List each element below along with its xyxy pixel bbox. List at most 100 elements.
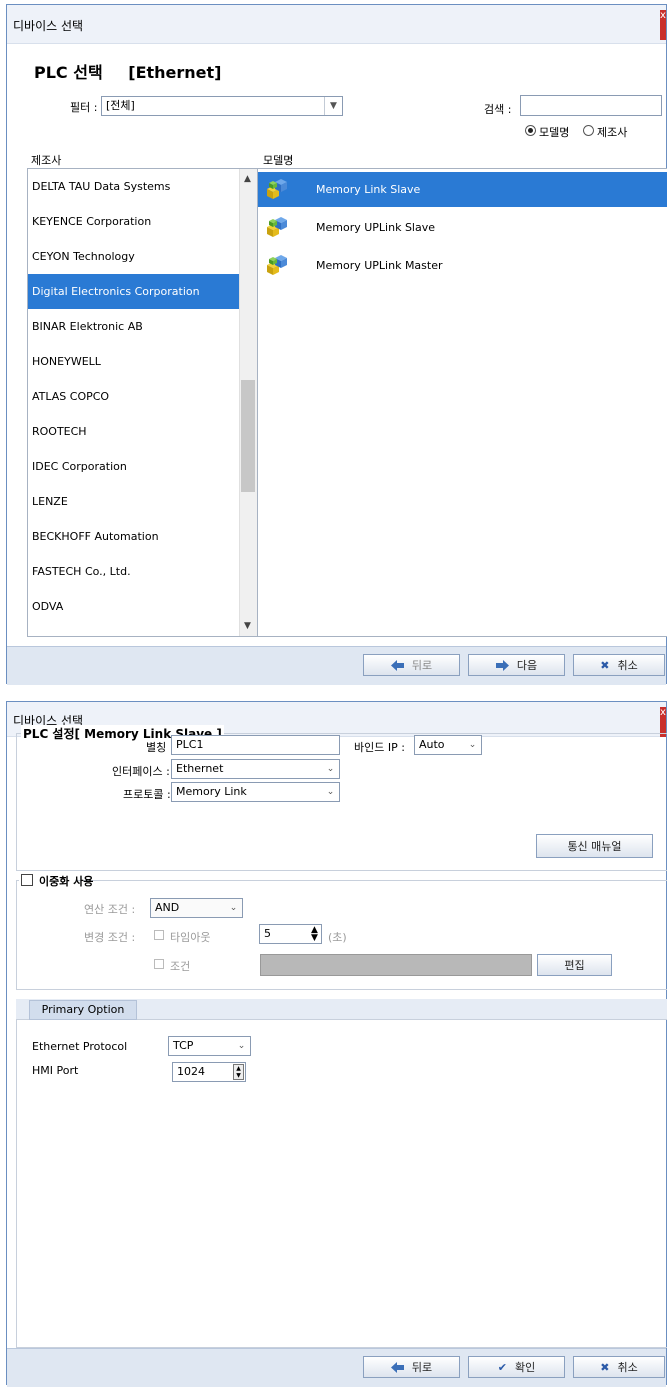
condition-input[interactable]	[260, 954, 532, 976]
hmi-port-spinner[interactable]: ▲ ▼	[233, 1064, 244, 1080]
maker-list-item[interactable]: ATLAS COPCO	[28, 379, 241, 414]
alias-label: 별칭 :	[146, 741, 174, 754]
model-list-item[interactable]: Memory UPLink Master	[258, 248, 667, 283]
model-list[interactable]: Memory Link Slave Memory UPLink Slave Memo…	[258, 168, 667, 637]
chevron-down-icon: ⌄	[237, 1041, 246, 1051]
next-button-label: 다음	[516, 659, 538, 672]
back-button[interactable]: 뒤로	[363, 1356, 460, 1378]
maker-list-scrollbar[interactable]: ▲ ▼	[239, 169, 257, 636]
tab-primary-option[interactable]: Primary Option	[29, 1000, 137, 1020]
op-condition-dropdown[interactable]: AND ⌄	[150, 898, 243, 918]
eth-protocol-label: Ethernet Protocol	[32, 1040, 128, 1053]
close-button[interactable]: x	[660, 10, 666, 40]
maker-list-item[interactable]: DELTA TAU Data Systems	[28, 169, 241, 204]
next-button[interactable]: 다음	[468, 654, 565, 676]
maker-column-header: 제조사	[31, 154, 62, 167]
timeout-checkbox[interactable]	[154, 930, 164, 940]
maker-list-item[interactable]: ODVA	[28, 589, 241, 624]
bind-ip-dropdown[interactable]: Auto ⌄	[414, 735, 482, 755]
search-label: 검색 :	[484, 103, 512, 116]
protocol-value: Memory Link	[176, 785, 247, 798]
close-x-icon: ✖	[600, 1360, 610, 1374]
comm-manual-label: 통신 매뉴얼	[567, 840, 622, 853]
change-condition-label: 변경 조건 :	[84, 931, 136, 944]
maker-list-item[interactable]: BECKHOFF Automation	[28, 519, 241, 554]
maker-list-item[interactable]: KEYENCE Corporation	[28, 204, 241, 239]
timeout-unit: (초)	[328, 931, 347, 944]
maker-list-item[interactable]: CEYON Technology	[28, 239, 241, 274]
title-bar: 디바이스 선택 x	[7, 5, 666, 44]
comm-manual-button[interactable]: 통신 매뉴얼	[536, 834, 653, 858]
interface-value: Ethernet	[176, 762, 224, 775]
edit-button[interactable]: 편집	[537, 954, 612, 976]
condition-checkbox[interactable]	[154, 959, 164, 969]
op-condition-label: 연산 조건 :	[84, 903, 136, 916]
back-button-label: 뒤로	[411, 659, 433, 672]
maker-list-item[interactable]: BINAR Elektronic AB	[28, 309, 241, 344]
maker-list-item[interactable]: LENZE	[28, 484, 241, 519]
arrow-left-icon	[390, 659, 404, 671]
model-name: Memory UPLink Slave	[316, 221, 435, 234]
chevron-down-icon: ⌄	[229, 903, 238, 913]
maker-list-item[interactable]: ROOTECH	[28, 414, 241, 449]
model-list-item[interactable]: Memory UPLink Slave	[258, 210, 667, 245]
eth-protocol-dropdown[interactable]: TCP ⌄	[168, 1036, 251, 1056]
ok-button[interactable]: ✔ 확인	[468, 1356, 565, 1378]
window-title: 디바이스 선택	[13, 19, 84, 33]
redundancy-checkbox[interactable]	[21, 874, 33, 886]
device-select-window-2: 디바이스 선택 x PLC 설정[ Memory Link Slave ] 별칭…	[6, 701, 667, 1387]
interface-label: 인터페이스 :	[112, 765, 170, 778]
radio-model-label: 모델명	[539, 126, 570, 139]
back-button[interactable]: 뒤로	[363, 654, 460, 676]
chevron-down-icon[interactable]: ▼	[244, 621, 251, 631]
model-name: Memory UPLink Master	[316, 259, 443, 272]
search-input[interactable]	[520, 95, 662, 116]
model-list-item[interactable]: Memory Link Slave	[258, 172, 667, 207]
maker-list[interactable]: DELTA TAU Data Systems KEYENCE Corporatio…	[27, 168, 258, 637]
scrollbar-thumb[interactable]	[241, 380, 255, 492]
close-x-icon: ✖	[600, 658, 610, 672]
cancel-button-label: 취소	[617, 1361, 638, 1374]
chevron-down-icon: ⌄	[326, 764, 335, 774]
protocol-dropdown[interactable]: Memory Link ⌄	[171, 782, 340, 802]
maker-list-item[interactable]: FASTECH Co., Ltd.	[28, 554, 241, 589]
cancel-button[interactable]: ✖ 취소	[573, 654, 665, 676]
redundancy-label: 이중화 사용	[39, 875, 94, 888]
maker-list-item[interactable]: Digital Electronics Corporation	[28, 274, 241, 309]
bind-ip-label: 바인드 IP :	[354, 741, 405, 754]
model-column-header: 모델명	[263, 154, 294, 167]
maker-list-item[interactable]: IDEC Corporation	[28, 449, 241, 484]
interface-dropdown[interactable]: Ethernet ⌄	[171, 759, 340, 779]
device-cubes-icon	[267, 179, 287, 199]
chevron-down-icon: ⌄	[468, 740, 477, 750]
filter-dropdown[interactable]: [전체] ▼	[101, 96, 343, 116]
heading-bracket: [Ethernet]	[128, 63, 222, 82]
heading-text: PLC 선택	[34, 63, 103, 82]
maker-list-item[interactable]: HONEYWELL	[28, 344, 241, 379]
edit-button-label: 편집	[564, 959, 585, 972]
chevron-down-icon: ▼	[324, 97, 342, 115]
radio-maker-label: 제조사	[597, 126, 628, 139]
footer-bar: 뒤로 ✔ 확인 ✖ 취소	[7, 1348, 666, 1387]
timeout-spinner[interactable]: ▲ ▼	[309, 926, 320, 943]
maker-list-item[interactable]: HYOSUNG	[28, 624, 241, 636]
radio-maker[interactable]	[583, 125, 594, 136]
protocol-label: 프로토콜 :	[123, 788, 171, 801]
cancel-button[interactable]: ✖ 취소	[573, 1356, 665, 1378]
hmi-port-label: HMI Port	[32, 1064, 79, 1077]
ok-button-label: 확인	[514, 1361, 536, 1374]
timeout-value: 5	[264, 927, 271, 940]
device-select-window-1: 디바이스 선택 x PLC 선택 [Ethernet] 필터 : [전체] ▼ …	[6, 4, 667, 685]
timeout-input[interactable]: 5 ▲ ▼	[259, 924, 322, 944]
redundancy-header: 이중화 사용	[19, 872, 93, 888]
radio-model[interactable]	[525, 125, 536, 136]
bind-ip-value: Auto	[419, 738, 445, 751]
check-icon: ✔	[497, 1360, 507, 1374]
filter-value: [전체]	[106, 99, 135, 112]
page-title: PLC 선택 [Ethernet]	[34, 59, 222, 83]
hmi-port-value: 1024	[177, 1065, 205, 1078]
back-button-label: 뒤로	[411, 1361, 433, 1374]
hmi-port-input[interactable]: 1024 ▲ ▼	[172, 1062, 246, 1082]
alias-input[interactable]: PLC1	[171, 735, 340, 755]
chevron-up-icon[interactable]: ▲	[244, 174, 251, 184]
